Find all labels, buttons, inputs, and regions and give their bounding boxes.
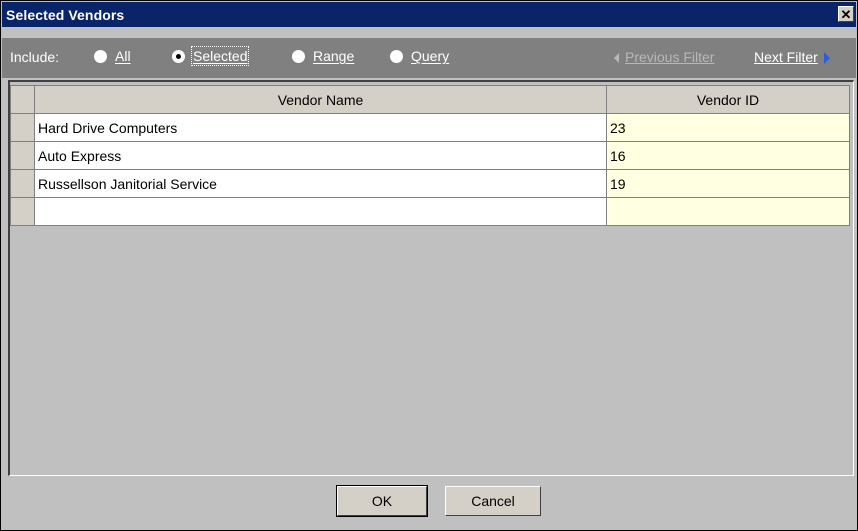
vendor-id-cell[interactable] bbox=[606, 197, 850, 226]
table-row: Russellson Janitorial Service 19 bbox=[10, 169, 850, 198]
window-title: Selected Vendors bbox=[6, 6, 125, 23]
table-row-new bbox=[10, 197, 850, 226]
vendor-id-cell[interactable]: 16 bbox=[606, 141, 850, 170]
table-row: Auto Express 16 bbox=[10, 141, 850, 170]
radio-query-label: Query bbox=[411, 48, 450, 64]
radio-query-icon bbox=[390, 49, 403, 63]
next-filter-label: Next Filter bbox=[754, 49, 818, 65]
radio-range-icon bbox=[292, 49, 305, 63]
row-selector[interactable] bbox=[10, 197, 35, 226]
vendor-id-cell[interactable]: 19 bbox=[606, 169, 850, 198]
previous-filter-link[interactable]: Previous Filter bbox=[614, 49, 714, 65]
vendor-name-cell[interactable]: Hard Drive Computers bbox=[34, 113, 607, 142]
corner-header[interactable] bbox=[10, 85, 35, 114]
row-selector[interactable] bbox=[10, 169, 35, 198]
vendor-name-cell[interactable]: Auto Express bbox=[34, 141, 607, 170]
radio-all-icon bbox=[94, 49, 107, 63]
include-label: Include: bbox=[10, 49, 60, 65]
vendor-id-cell[interactable]: 23 bbox=[606, 113, 850, 142]
radio-range[interactable]: Range bbox=[292, 48, 354, 64]
radio-all[interactable]: All bbox=[94, 48, 131, 64]
column-header-vendor-name[interactable]: Vendor Name bbox=[34, 85, 607, 114]
next-arrow-icon bbox=[823, 52, 830, 65]
row-selector[interactable] bbox=[10, 141, 35, 170]
button-bar: OK Cancel bbox=[2, 477, 856, 530]
radio-selected-icon bbox=[172, 49, 185, 63]
vendor-grid: Vendor Name Vendor ID Hard Drive Compute… bbox=[10, 85, 850, 226]
radio-range-label: Range bbox=[313, 48, 355, 64]
previous-filter-label: Previous Filter bbox=[625, 49, 715, 65]
next-filter-link[interactable]: Next Filter bbox=[754, 49, 830, 65]
ok-button[interactable]: OK bbox=[336, 485, 428, 517]
radio-selected[interactable]: Selected bbox=[172, 46, 250, 66]
row-selector[interactable] bbox=[10, 113, 35, 142]
selected-vendors-dialog: Selected Vendors ✕ Include: All Selected… bbox=[0, 0, 858, 531]
table-row: Hard Drive Computers 23 bbox=[10, 113, 850, 142]
filter-bar: Include: All Selected Range Query Previo… bbox=[2, 38, 856, 78]
title-bar: Selected Vendors ✕ bbox=[2, 2, 856, 27]
vendor-name-cell[interactable] bbox=[34, 197, 607, 226]
grid-header-row: Vendor Name Vendor ID bbox=[10, 85, 850, 114]
column-header-vendor-id[interactable]: Vendor ID bbox=[606, 85, 850, 114]
radio-all-label: All bbox=[115, 48, 131, 64]
radio-query[interactable]: Query bbox=[390, 48, 449, 64]
cancel-button[interactable]: Cancel bbox=[445, 486, 541, 516]
radio-selected-label: Selected bbox=[190, 46, 250, 66]
close-icon[interactable]: ✕ bbox=[838, 6, 854, 22]
previous-arrow-icon bbox=[614, 53, 619, 64]
vendor-name-cell[interactable]: Russellson Janitorial Service bbox=[34, 169, 607, 198]
